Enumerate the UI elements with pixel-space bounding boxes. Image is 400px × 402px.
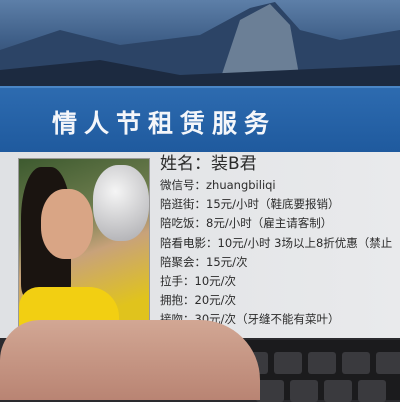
mountain-silhouette — [0, 2, 400, 88]
info-row: 陪看电影：10元/小时 3场以上8折优惠（禁止 — [160, 235, 393, 250]
info-row: 拉手：10元/次 — [160, 274, 237, 289]
profile-info: 姓名：装B君 微信号：zhuangbiliqi 陪逛街：15元/小时（鞋底要报销… — [160, 152, 392, 330]
info-row: 拥抱：20元/次 — [160, 293, 237, 308]
info-row: 陪聚会：15元/次 — [160, 254, 248, 269]
info-row: 陪吃饭：8元/小时（雇主请客制） — [160, 216, 333, 231]
profile-photo — [18, 158, 150, 330]
mountain-photo-background — [0, 0, 400, 88]
banner-title: 情人节租赁服务 — [52, 109, 277, 138]
info-row: 陪逛街：15元/小时（鞋底要报销） — [160, 197, 340, 212]
info-row: 微信号：zhuangbiliqi — [160, 178, 276, 192]
hand-holding-card — [0, 320, 260, 400]
profile-name: 姓名：装B君 — [160, 154, 257, 174]
